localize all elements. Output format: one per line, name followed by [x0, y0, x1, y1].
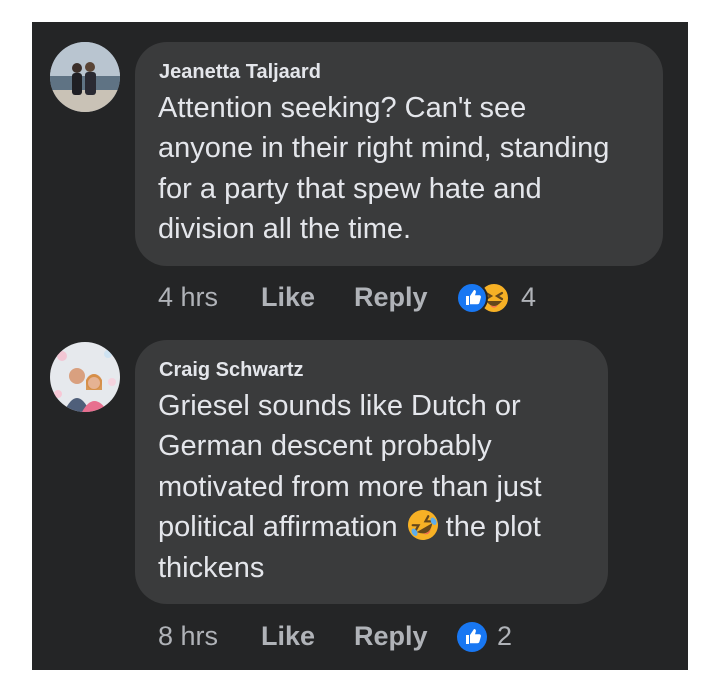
reaction-count: 2: [497, 621, 513, 651]
comment-text-fragment: the plot: [445, 511, 541, 543]
like-button[interactable]: Like: [261, 620, 315, 652]
like-button[interactable]: Like: [261, 281, 315, 313]
comment-text-line: German descent probably: [158, 430, 492, 462]
comment-thread: Jeanetta Taljaard Attention seeking? Can…: [32, 22, 688, 670]
reply-button[interactable]: Reply: [354, 281, 428, 313]
like-icon: [457, 622, 487, 652]
comment-author[interactable]: Craig Schwartz: [159, 358, 303, 382]
comment-text-line: thickens: [158, 552, 265, 584]
comment-author[interactable]: Jeanetta Taljaard: [159, 60, 321, 84]
avatar[interactable]: [50, 42, 120, 112]
comment-text-line: anyone in their right mind, standing: [158, 132, 610, 164]
comment-text-line: Attention seeking? Can't see: [158, 92, 527, 124]
comment-text-line: for a party that spew hate and: [158, 173, 542, 205]
comment-text-line: Griesel sounds like Dutch or: [158, 390, 521, 422]
reaction-count: 4: [521, 282, 537, 312]
comment-text-line: motivated from more than just: [158, 471, 542, 503]
reaction-summary[interactable]: 4: [455, 281, 555, 315]
reaction-summary[interactable]: 2: [455, 620, 535, 654]
reply-button[interactable]: Reply: [354, 620, 428, 652]
comment-text-line: division all the time.: [158, 213, 412, 245]
rolling-on-floor-laughing-emoji: [407, 510, 438, 540]
avatar[interactable]: [50, 342, 120, 412]
comment-text-fragment: political affirmation: [158, 511, 398, 543]
like-icon: [456, 282, 488, 314]
comment-text-line-with-emoji: political affirmation the plot: [158, 507, 541, 548]
comment-timestamp[interactable]: 4 hrs: [158, 281, 218, 313]
comment-timestamp[interactable]: 8 hrs: [158, 620, 218, 652]
